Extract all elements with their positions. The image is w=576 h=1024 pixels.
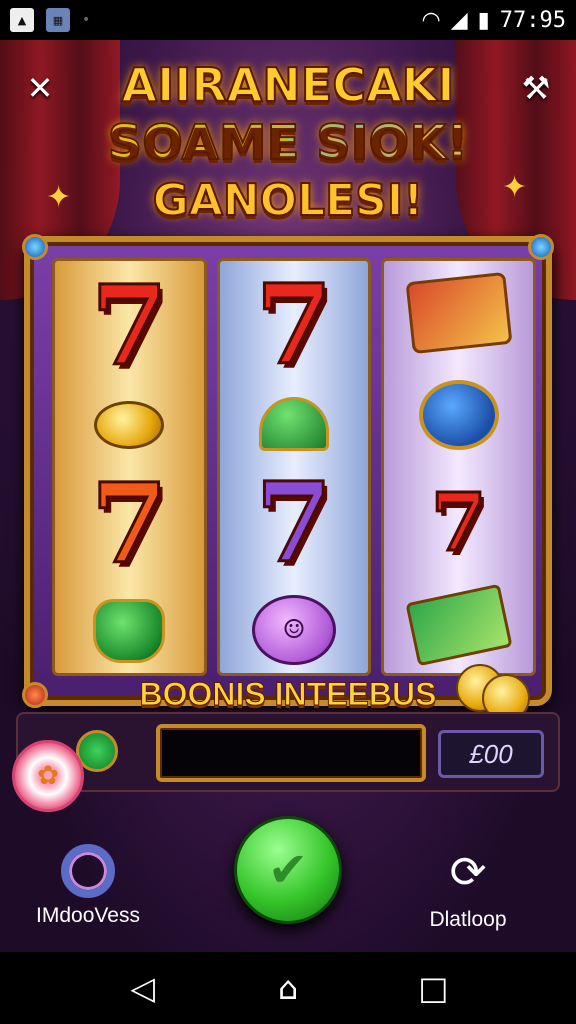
- cash-card-symbol: [405, 583, 513, 667]
- back-icon[interactable]: ◁: [119, 969, 167, 1007]
- right-menu-label: Dlatloop: [429, 908, 507, 931]
- gallery-icon: ▦: [46, 8, 70, 32]
- seven-purple-symbol: 7: [254, 457, 334, 587]
- home-icon[interactable]: ⌂: [264, 969, 312, 1007]
- blue-badge-symbol: [418, 380, 499, 451]
- check-icon: ✔: [267, 842, 309, 898]
- ticket-symbol: [405, 271, 513, 354]
- coins-stack-icon: [456, 658, 536, 722]
- star-icon: ✦: [46, 180, 72, 215]
- right-menu-button[interactable]: ⟳ Dlatloop: [398, 844, 538, 932]
- coin-symbol: [94, 401, 165, 449]
- reel-1[interactable]: 7 7: [52, 258, 207, 676]
- tools-icon[interactable]: ⚒: [514, 66, 558, 110]
- gem-icon: [528, 234, 554, 260]
- system-nav-bar: ◁ ⌂ □: [0, 952, 576, 1024]
- bet-bar[interactable]: [156, 724, 426, 782]
- status-time: 77:95: [499, 7, 566, 33]
- dot-icon: •: [82, 12, 91, 28]
- game-title: AIIRANECAKI SOAME SIOK! GANOLESI!: [60, 56, 516, 230]
- reel-2[interactable]: 7 7 ☺: [216, 258, 372, 676]
- star-icon: ✦: [502, 170, 528, 205]
- purple-blob-symbol: ☺: [252, 594, 336, 665]
- spin-button[interactable]: ✔: [234, 816, 342, 924]
- green-helmet-symbol: [259, 396, 329, 451]
- seven-orange-symbol: 7: [90, 459, 170, 588]
- slot-game-screen: ✕ ⚒ AIIRANECAKI SOAME SIOK! GANOLESI! ✦ …: [0, 40, 576, 952]
- recents-icon[interactable]: □: [409, 969, 457, 1007]
- ring-icon: [61, 844, 115, 898]
- battery-icon: ▮: [477, 7, 490, 33]
- reels: 7 7 7 7 ☺ 7: [52, 258, 537, 676]
- seven-red-symbol: 7: [254, 259, 334, 389]
- status-bar: ▲ ▦ • ◠ ◢ ▮ 77:95: [0, 0, 576, 40]
- counter-icon: ⟳: [449, 847, 487, 898]
- left-menu-button[interactable]: IMdooVess: [18, 844, 158, 928]
- wifi-icon: ◠: [421, 7, 441, 33]
- seven-red-symbol: 7: [90, 261, 170, 390]
- left-menu-label: IMdooVess: [36, 904, 140, 927]
- gem-icon: [22, 234, 48, 260]
- candy-icon[interactable]: ✿: [12, 740, 84, 812]
- title-line-2: SOAME SIOK!: [60, 114, 516, 172]
- title-line-3: GANOLESI!: [152, 174, 425, 227]
- signal-icon: ◢: [450, 7, 468, 33]
- green-pot-symbol: [93, 599, 166, 663]
- slot-machine: 7 7 7 7 ☺ 7: [22, 234, 554, 708]
- close-icon[interactable]: ✕: [18, 66, 62, 110]
- seven-red-small-symbol: 7: [429, 474, 488, 569]
- credit-display: £00: [438, 730, 544, 778]
- photo-icon: ▲: [10, 8, 34, 32]
- title-line-1: AIIRANECAKI: [121, 57, 456, 113]
- reel-3[interactable]: 7: [381, 258, 537, 676]
